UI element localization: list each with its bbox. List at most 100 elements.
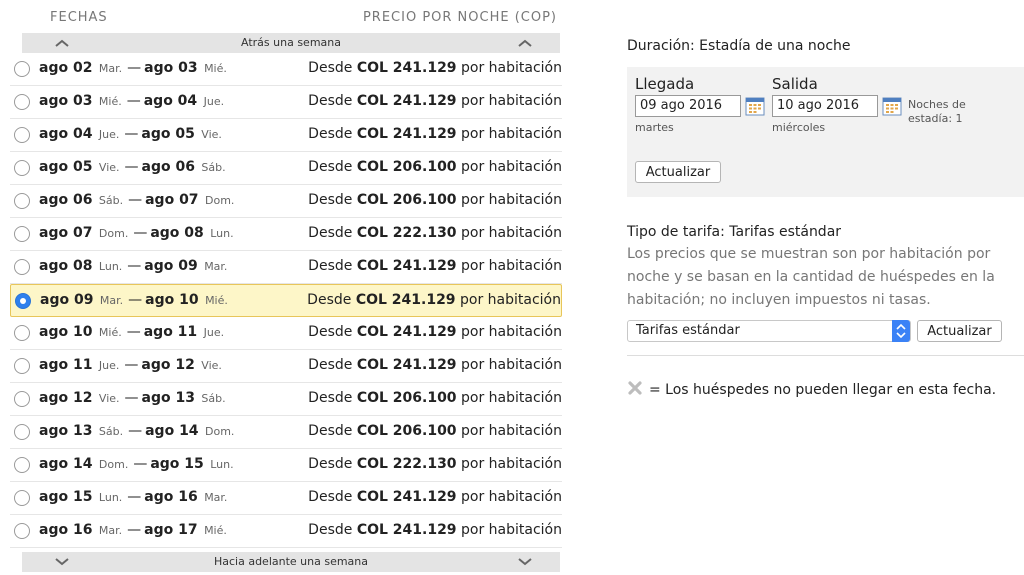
checkout-weekday: Mié.	[205, 294, 228, 307]
date-row[interactable]: ago 13 Sáb. — ago 14 Dom. Desde COL 206.100…	[10, 416, 562, 449]
checkout-weekday: Mié.	[204, 524, 227, 537]
date-range: ago 04 Jue. — ago 05 Vie.	[39, 126, 224, 142]
checkout-date: ago 09	[144, 258, 198, 274]
checkout-date: ago 05	[141, 126, 195, 142]
price-text: Desde COL 241.129 por habitación	[308, 60, 562, 76]
chevron-up-icon	[55, 39, 69, 47]
checkout-label: Salida	[772, 75, 818, 93]
price-prefix: Desde	[308, 192, 353, 208]
checkin-weekday: Mié.	[98, 326, 122, 339]
calendar-icon[interactable]	[882, 96, 902, 116]
select-arrows-icon	[892, 320, 910, 342]
checkin-input[interactable]: 09 ago 2016	[635, 95, 741, 117]
checkin-weekday: Jue.	[98, 128, 120, 141]
date-separator: —	[128, 292, 143, 308]
date-radio[interactable]	[15, 293, 31, 309]
date-separator: —	[128, 192, 143, 208]
date-row[interactable]: ago 11 Jue. — ago 12 Vie. Desde COL 241.129…	[10, 350, 562, 383]
price-prefix: Desde	[308, 258, 353, 274]
update-dates-button[interactable]: Actualizar	[635, 161, 721, 183]
stay-dates-box: Llegada 09 ago 2016 martes Salida 10 ago…	[627, 67, 1024, 197]
stay-duration: Duración: Estadía de una noche	[627, 38, 851, 54]
date-radio[interactable]	[14, 94, 30, 110]
price-prefix: Desde	[308, 390, 353, 406]
date-separator: —	[128, 423, 143, 439]
price-text: Desde COL 241.129 por habitación	[308, 489, 562, 505]
date-range: ago 05 Vie. — ago 06 Sáb.	[39, 159, 228, 175]
update-rate-button[interactable]: Actualizar	[917, 320, 1002, 342]
date-range: ago 12 Vie. — ago 13 Sáb.	[39, 390, 228, 406]
price-suffix: por habitación	[461, 423, 562, 439]
date-radio[interactable]	[14, 61, 30, 77]
checkout-input[interactable]: 10 ago 2016	[772, 95, 878, 117]
checkin-date: ago 14	[39, 456, 93, 472]
date-radio[interactable]	[14, 523, 30, 539]
date-row[interactable]: ago 07 Dom. — ago 08 Lun. Desde COL 222.130…	[10, 218, 562, 251]
back-week-button[interactable]: Atrás una semana	[22, 33, 560, 53]
checkin-weekday: Lun.	[98, 491, 123, 504]
date-radio[interactable]	[14, 325, 30, 341]
price-text: Desde COL 241.129 por habitación	[308, 522, 562, 538]
checkout-weekday: Vie.	[201, 359, 222, 372]
date-radio[interactable]	[14, 358, 30, 374]
date-row[interactable]: ago 04 Jue. — ago 05 Vie. Desde COL 241.129…	[10, 119, 562, 152]
price-amount: COL 222.130	[356, 456, 457, 472]
date-range: ago 10 Mié. — ago 11 Jue.	[39, 324, 226, 340]
back-week-label: Atrás una semana	[241, 36, 341, 49]
date-radio[interactable]	[14, 193, 30, 209]
price-suffix: por habitación	[461, 126, 562, 142]
date-row[interactable]: ago 14 Dom. — ago 15 Lun. Desde COL 222.130…	[10, 449, 562, 482]
price-amount: COL 206.100	[356, 423, 457, 439]
price-prefix: Desde	[308, 225, 353, 241]
date-row[interactable]: ago 05 Vie. — ago 06 Sáb. Desde COL 206.100…	[10, 152, 562, 185]
checkin-date: ago 10	[39, 324, 93, 340]
date-row[interactable]: ago 02 Mar. — ago 03 Mié. Desde COL 241.129…	[10, 53, 562, 86]
price-text: Desde COL 241.129 por habitación	[308, 258, 562, 274]
date-separator: —	[133, 225, 148, 241]
date-row[interactable]: ago 10 Mié. — ago 11 Jue. Desde COL 241.129…	[10, 317, 562, 350]
checkout-weekday: Lun.	[210, 458, 234, 471]
header-precio: PRECIO POR NOCHE (COP)	[362, 10, 557, 25]
date-row[interactable]: ago 16 Mar. — ago 17 Mié. Desde COL 241.129…	[10, 515, 562, 548]
date-row[interactable]: ago 03 Mié. — ago 04 Jue. Desde COL 241.129…	[10, 86, 562, 119]
date-range: ago 16 Mar. — ago 17 Mié.	[39, 522, 229, 538]
checkin-weekday: Vie.	[98, 161, 120, 174]
date-range: ago 06 Sáb. — ago 07 Dom.	[39, 192, 236, 208]
checkout-date: ago 03	[144, 60, 198, 76]
checkin-weekday: Mar.	[99, 294, 124, 307]
date-separator: —	[127, 489, 142, 505]
date-radio[interactable]	[14, 457, 30, 473]
date-radio[interactable]	[14, 226, 30, 242]
date-row[interactable]: ago 15 Lun. — ago 16 Mar. Desde COL 241.129…	[10, 482, 562, 515]
date-range: ago 08 Lun. — ago 09 Mar.	[39, 258, 229, 274]
rate-select[interactable]: Tarifas estándar	[627, 320, 911, 342]
date-radio[interactable]	[14, 490, 30, 506]
price-amount: COL 241.129	[356, 522, 457, 538]
stay-panel: Duración: Estadía de una noche Llegada 0…	[627, 0, 1024, 575]
price-amount: COL 241.129	[356, 324, 457, 340]
price-amount: COL 222.130	[356, 225, 457, 241]
date-radio[interactable]	[14, 391, 30, 407]
date-radio[interactable]	[14, 160, 30, 176]
date-range: ago 13 Sáb. — ago 14 Dom.	[39, 423, 236, 439]
date-range: ago 02 Mar. — ago 03 Mié.	[39, 60, 229, 76]
price-prefix: Desde	[308, 126, 353, 142]
checkin-weekday: Mié.	[98, 95, 122, 108]
checkin-date: ago 13	[39, 423, 93, 439]
date-row[interactable]: ago 09 Mar. — ago 10 Mié. Desde COL 241.129…	[10, 284, 562, 317]
date-row[interactable]: ago 06 Sáb. — ago 07 Dom. Desde COL 206.100…	[10, 185, 562, 218]
price-suffix: por habitación	[460, 292, 561, 308]
date-row[interactable]: ago 08 Lun. — ago 09 Mar. Desde COL 241.129…	[10, 251, 562, 284]
divider	[627, 355, 1024, 356]
date-row[interactable]: ago 12 Vie. — ago 13 Sáb. Desde COL 206.100…	[10, 383, 562, 416]
date-radio[interactable]	[14, 424, 30, 440]
chevron-down-icon	[55, 558, 69, 566]
date-radio[interactable]	[14, 259, 30, 275]
date-radio[interactable]	[14, 127, 30, 143]
calendar-icon[interactable]	[745, 96, 765, 116]
price-suffix: por habitación	[461, 60, 562, 76]
price-prefix: Desde	[308, 159, 353, 175]
checkout-date: ago 08	[150, 225, 204, 241]
checkin-date: ago 05	[39, 159, 93, 175]
forward-week-button[interactable]: Hacia adelante una semana	[22, 552, 560, 572]
